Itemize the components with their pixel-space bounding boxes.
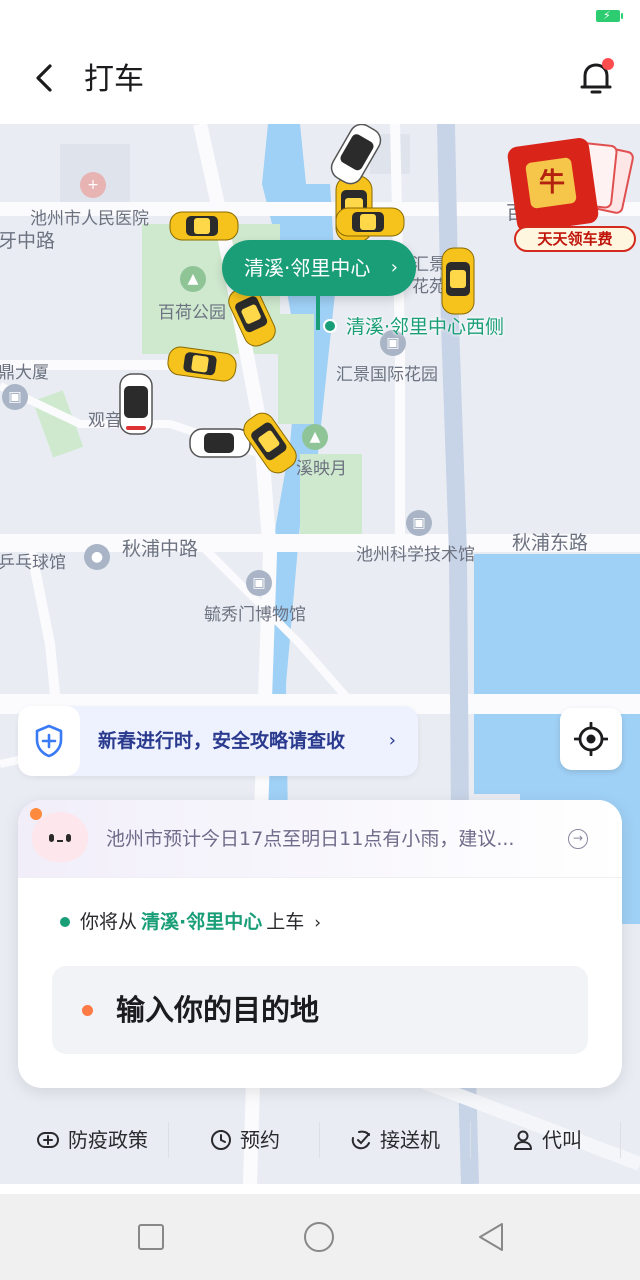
mascot-eye — [66, 834, 71, 842]
pickup-point-dot — [323, 319, 337, 333]
pickup-bubble-label: 清溪·邻里中心 — [244, 256, 371, 280]
quick-action-label: 预约 — [240, 1128, 280, 1152]
destination-input[interactable]: 输入你的目的地 — [52, 966, 588, 1054]
hospital-poi-icon: + — [80, 172, 106, 198]
pickup-row[interactable]: 你将从 清溪·邻里中心 上车 › — [60, 906, 322, 938]
notification-dot — [602, 58, 614, 70]
chevron-right-icon: › — [314, 913, 322, 933]
building-poi-icon: ▣ — [2, 384, 28, 410]
map-label-guanyin: 观音 — [88, 411, 122, 431]
back-nav-button[interactable] — [474, 1220, 508, 1254]
quick-action-airport[interactable]: 接送机 — [350, 1106, 440, 1174]
shield-plus-icon — [35, 724, 63, 758]
safety-banner[interactable]: 新春进行时，安全攻略请查收 › — [18, 706, 418, 776]
pickup-location-bubble[interactable]: 清溪·邻里中心 › — [222, 240, 416, 296]
promo-badge[interactable]: 牛 天天领车费 — [504, 138, 638, 252]
ride-request-card: 池州市预计今日17点至明日11点有小雨，建议... → 你将从 清溪·邻里中心 上车… — [18, 800, 622, 1088]
pickup-suffix: 上车 — [266, 911, 305, 933]
page-title: 打车 — [84, 62, 144, 97]
notification-button[interactable] — [576, 58, 616, 98]
map-label-qiupu-east: 秋浦东路 — [512, 532, 589, 554]
pickup-side-label: 清溪·邻里中心西侧 — [346, 316, 505, 338]
weather-mascot-icon — [30, 808, 88, 862]
shield-plus-icon — [37, 1132, 59, 1148]
chevron-left-icon — [36, 64, 52, 92]
taxi-car-icon — [169, 211, 239, 241]
safety-shield-wrapper — [18, 706, 80, 776]
pickup-green-dot — [60, 917, 70, 927]
quick-action-call-for-others[interactable]: 代叫 — [512, 1106, 582, 1174]
status-bar: ⚡ — [0, 0, 640, 34]
quick-actions-bar: 防疫政策 预约 接送机 代叫 — [0, 1106, 640, 1174]
map-label-road-ya: 牙中路 — [0, 230, 56, 252]
map-label-park: 百荷公园 — [158, 303, 226, 323]
recent-apps-button[interactable] — [134, 1220, 168, 1254]
map-label-pingpong: 乒乓球馆 — [0, 553, 66, 573]
promo-label: 天天领车费 — [514, 226, 636, 252]
white-car-icon — [119, 373, 153, 435]
weather-notice-text: 池州市预计今日17点至明日11点有小雨，建议... — [106, 828, 515, 850]
system-navigation-bar — [0, 1194, 640, 1280]
quick-action-epidemic-policy[interactable]: 防疫政策 — [36, 1106, 148, 1174]
taxi-car-icon — [441, 247, 475, 315]
back-button[interactable] — [26, 60, 62, 96]
app-header: 打车 — [0, 34, 640, 124]
divider — [319, 1122, 320, 1158]
qingxi-poi-icon: ▲ — [302, 424, 328, 450]
destination-placeholder: 输入你的目的地 — [116, 993, 320, 1027]
pickup-prefix: 你将从 — [80, 911, 138, 933]
map-label-science: 池州科学技术馆 — [356, 545, 475, 565]
home-button[interactable] — [302, 1220, 336, 1254]
battery-charging-icon: ⚡ — [596, 9, 623, 22]
taxi-car-icon — [335, 207, 405, 237]
safety-banner-text: 新春进行时，安全攻略请查收 — [98, 730, 346, 752]
weather-notice[interactable]: 池州市预计今日17点至明日11点有小雨，建议... → — [18, 800, 622, 878]
park-poi-icon: ▲ — [180, 266, 206, 292]
quick-action-label: 防疫政策 — [68, 1128, 148, 1152]
museum-poi-icon: ▣ — [246, 570, 272, 596]
divider — [168, 1122, 169, 1158]
mascot-sprout — [30, 808, 42, 820]
quick-action-reserve[interactable]: 预约 — [210, 1106, 280, 1174]
chevron-right-icon: › — [388, 730, 396, 751]
divider — [620, 1122, 621, 1158]
map-label-huijing: 汇景国际花园 — [336, 365, 438, 385]
locate-me-button[interactable] — [560, 708, 622, 770]
plane-icon — [351, 1130, 370, 1150]
quick-action-label: 接送机 — [380, 1128, 440, 1152]
pickup-pin-stem — [316, 294, 320, 330]
map-label-building: 鼎大厦 — [0, 363, 49, 383]
crosshair-icon — [574, 722, 608, 756]
quick-action-label: 代叫 — [542, 1128, 582, 1152]
chevron-right-icon: › — [390, 257, 398, 278]
pingpong-poi-icon: ● — [84, 544, 110, 570]
arrow-right-circle-icon: → — [568, 829, 588, 849]
destination-orange-dot — [82, 1005, 93, 1016]
red-envelope-icon — [507, 138, 634, 232]
mascot-eye — [49, 834, 54, 842]
science-poi-icon: ▣ — [406, 510, 432, 536]
map-label-qiupu-mid: 秋浦中路 — [122, 538, 199, 560]
pickup-place: 清溪·邻里中心 — [141, 911, 263, 933]
map-label-museum: 毓秀门博物馆 — [204, 605, 306, 625]
promo-glyph: 牛 — [539, 168, 566, 198]
mascot-mouth — [57, 840, 63, 842]
person-icon — [514, 1130, 532, 1150]
clock-icon — [211, 1130, 231, 1150]
divider — [470, 1122, 471, 1158]
